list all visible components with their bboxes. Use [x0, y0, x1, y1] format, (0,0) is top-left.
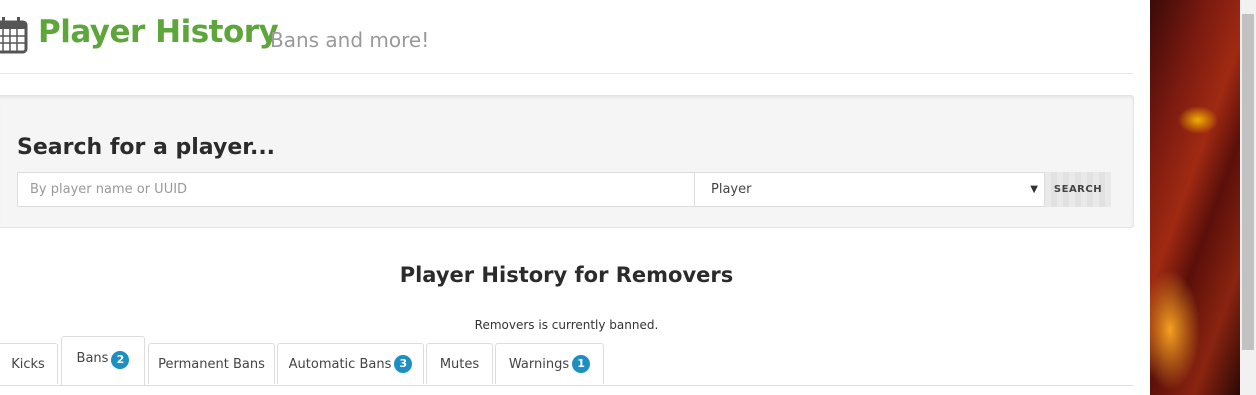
ban-status-text: Removers is currently banned. [474, 318, 659, 332]
history-title: Player History for Removers [399, 263, 734, 287]
tab-kicks[interactable]: Kicks [0, 343, 58, 384]
tab-permanent-bans[interactable]: Permanent Bans [148, 343, 275, 384]
page-title: Player History [38, 14, 279, 50]
header-divider [0, 73, 1133, 74]
tab-label: Permanent Bans [158, 356, 265, 372]
tab-bans[interactable]: Bans 2 [61, 336, 145, 385]
tab-label: Mutes [439, 356, 480, 372]
tab-label: Kicks [11, 356, 45, 372]
search-input[interactable] [17, 172, 695, 207]
calendar-icon [0, 17, 28, 54]
search-button[interactable]: SEARCH [1045, 172, 1111, 207]
search-panel [0, 95, 1134, 228]
search-type-select[interactable]: Player ▼ [695, 172, 1045, 207]
background-artwork [1150, 0, 1240, 395]
page: Player History Bans and more! Search for… [0, 0, 1134, 395]
tab-warnings[interactable]: Warnings 1 [495, 343, 604, 384]
search-heading: Search for a player... [17, 135, 276, 160]
count-badge: 3 [394, 355, 413, 373]
tab-label: Warnings [508, 356, 570, 372]
count-badge: 1 [572, 355, 591, 373]
count-badge: 2 [111, 351, 130, 369]
tab-mutes[interactable]: Mutes [426, 343, 493, 384]
tab-automatic-bans[interactable]: Automatic Bans 3 [277, 343, 424, 384]
tab-label: Automatic Bans [288, 356, 392, 372]
scrollbar-thumb[interactable] [1242, 14, 1254, 350]
caret-down-icon: ▼ [1030, 184, 1038, 195]
tab-label: Bans [76, 351, 109, 366]
history-tabs: Kicks Bans 2 Permanent Bans Automatic Ba… [0, 336, 1133, 386]
page-subtitle: Bans and more! [270, 28, 430, 52]
search-type-value: Player [711, 182, 752, 197]
